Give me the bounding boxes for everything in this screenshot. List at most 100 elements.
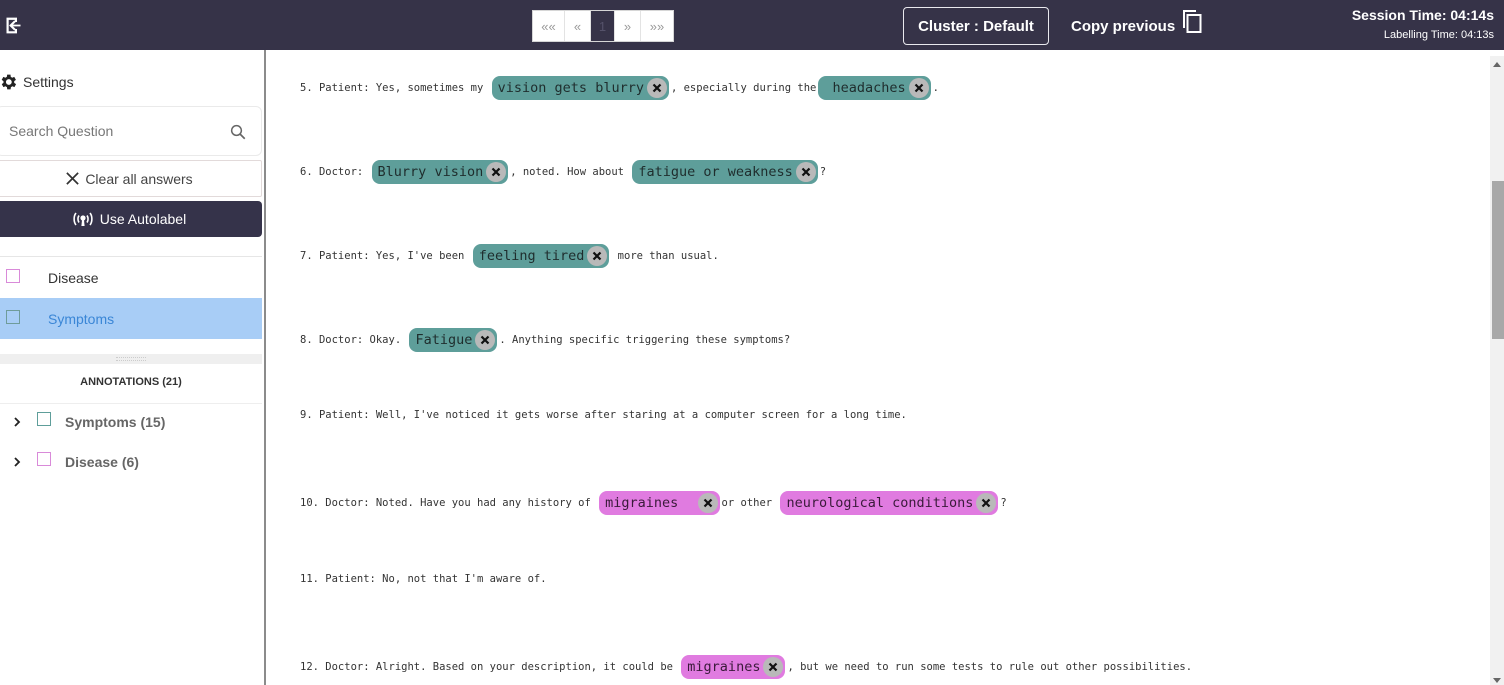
annotation-text: Fatigue bbox=[415, 332, 473, 348]
transcript-text: , but we need to run some tests to rule … bbox=[787, 661, 1193, 673]
annotation-tag-symptoms[interactable]: Fatigue bbox=[409, 328, 498, 352]
transcript-text: 12. Doctor: Alright. Based on your descr… bbox=[300, 661, 680, 673]
remove-annotation-icon[interactable] bbox=[763, 657, 784, 677]
transcript-line: 11. Patient: No, not that I'm aware of. bbox=[300, 573, 547, 585]
clear-all-label: Clear all answers bbox=[85, 170, 193, 187]
annotation-text: fatigue or weakness bbox=[638, 164, 793, 180]
annotation-text: vision gets blurry bbox=[497, 80, 644, 96]
transcript-text: 9. Patient: Well, I've noticed it gets w… bbox=[300, 409, 907, 421]
annotation-tag-symptoms[interactable]: fatigue or weakness bbox=[632, 160, 818, 184]
search-icon[interactable] bbox=[229, 123, 247, 141]
annotation-text: neurological conditions bbox=[786, 495, 974, 511]
labelling-time: Labelling Time: 04:13s bbox=[1383, 29, 1494, 41]
transcript-line: 5. Patient: Yes, sometimes my vision get… bbox=[300, 76, 939, 100]
annotation-text: Blurry vision bbox=[377, 164, 484, 180]
remove-annotation-icon[interactable] bbox=[646, 78, 667, 98]
annotation-text: feeling tired bbox=[478, 248, 585, 264]
clear-all-answers-button[interactable]: Clear all answers bbox=[0, 160, 262, 197]
remove-annotation-icon[interactable] bbox=[486, 162, 507, 182]
label-item-disease[interactable]: Disease bbox=[0, 257, 262, 298]
session-time: Session Time: 04:14s bbox=[1351, 7, 1494, 23]
search-question-input[interactable] bbox=[9, 123, 219, 139]
remove-annotation-icon[interactable] bbox=[795, 162, 816, 182]
group-checkbox[interactable] bbox=[37, 412, 51, 426]
transcript-text: or other bbox=[721, 497, 779, 509]
remove-annotation-icon[interactable] bbox=[908, 78, 929, 98]
scroll-down-arrow-icon[interactable] bbox=[1493, 678, 1501, 683]
annotation-tag-symptoms[interactable]: headaches bbox=[818, 76, 931, 100]
transcript-text: 8. Doctor: Okay. bbox=[300, 334, 408, 346]
remove-annotation-icon[interactable] bbox=[697, 493, 718, 513]
prev-page-button[interactable]: « bbox=[565, 11, 591, 41]
annotation-tag-disease[interactable]: migraines bbox=[681, 655, 786, 679]
transcript-text: , especially during the bbox=[670, 82, 817, 94]
divider bbox=[0, 403, 262, 404]
annotation-tag-disease[interactable]: migraines bbox=[599, 491, 720, 515]
search-box bbox=[0, 106, 262, 156]
transcript-text: 6. Doctor: bbox=[300, 166, 370, 178]
settings-label: Settings bbox=[23, 74, 74, 90]
gear-icon bbox=[1, 74, 17, 90]
annotation-group-disease[interactable]: Disease (6) bbox=[0, 448, 262, 478]
transcript-panel: 5. Patient: Yes, sometimes my vision get… bbox=[268, 50, 1490, 685]
transcript-line: 6. Doctor: Blurry vision , noted. How abo… bbox=[300, 160, 826, 184]
copy-previous-label: Copy previous bbox=[1071, 18, 1176, 35]
transcript-text: . bbox=[932, 82, 939, 94]
transcript-line: 10. Doctor: Noted. Have you had any hist… bbox=[300, 491, 1007, 515]
next-page-button[interactable]: » bbox=[615, 11, 641, 41]
remove-annotation-icon[interactable] bbox=[976, 493, 997, 513]
annotation-group-symptoms[interactable]: Symptoms (15) bbox=[0, 408, 262, 438]
group-label: Symptoms (15) bbox=[65, 414, 166, 430]
top-bar: «« « 1 » »» Cluster : Default Copy previ… bbox=[0, 0, 1504, 50]
resize-handle[interactable] bbox=[0, 354, 262, 364]
annotation-tag-disease[interactable]: neurological conditions bbox=[780, 491, 999, 515]
transcript-text: . Anything specific triggering these sym… bbox=[499, 334, 791, 346]
transcript-text: ? bbox=[1000, 497, 1007, 509]
transcript-text: 5. Patient: Yes, sometimes my bbox=[300, 82, 490, 94]
label-checkbox[interactable] bbox=[6, 269, 20, 283]
chevron-right-icon[interactable] bbox=[12, 416, 22, 428]
transcript-line: 7. Patient: Yes, I've been feeling tired… bbox=[300, 244, 719, 268]
transcript-text: more than usual. bbox=[611, 250, 719, 262]
scroll-up-arrow-icon[interactable] bbox=[1493, 62, 1501, 67]
broadcast-icon bbox=[73, 212, 93, 226]
timers: Session Time: 04:14s Labelling Time: 04:… bbox=[1352, 7, 1494, 41]
remove-annotation-icon[interactable] bbox=[475, 330, 496, 350]
transcript-line: 12. Doctor: Alright. Based on your descr… bbox=[300, 655, 1192, 679]
annotation-tag-symptoms[interactable]: vision gets blurry bbox=[491, 76, 669, 100]
annotation-tag-symptoms[interactable]: feeling tired bbox=[472, 244, 610, 268]
cluster-button[interactable]: Cluster : Default bbox=[903, 7, 1049, 45]
label-name: Disease bbox=[48, 270, 99, 286]
annotation-text: migraines bbox=[605, 495, 695, 511]
label-list: Disease Symptoms bbox=[0, 256, 262, 339]
transcript-text: , noted. How about bbox=[510, 166, 631, 178]
scroll-thumb[interactable] bbox=[1492, 181, 1504, 339]
autolabel-label: Use Autolabel bbox=[99, 211, 187, 227]
first-page-button[interactable]: «« bbox=[533, 11, 565, 41]
transcript-text: 10. Doctor: Noted. Have you had any hist… bbox=[300, 497, 598, 509]
annotation-text: headaches bbox=[824, 80, 906, 96]
remove-annotation-icon[interactable] bbox=[587, 246, 608, 266]
current-page[interactable]: 1 bbox=[591, 11, 615, 41]
group-label: Disease (6) bbox=[65, 454, 139, 470]
group-checkbox[interactable] bbox=[37, 452, 51, 466]
copy-previous-button[interactable]: Copy previous bbox=[1071, 10, 1203, 35]
settings-button[interactable]: Settings bbox=[0, 72, 74, 92]
scrollbar[interactable] bbox=[1490, 56, 1504, 685]
copy-icon bbox=[1183, 10, 1202, 33]
last-page-button[interactable]: »» bbox=[641, 11, 673, 41]
label-item-symptoms[interactable]: Symptoms bbox=[0, 298, 262, 339]
transcript-line: 8. Doctor: Okay. Fatigue . Anything speci… bbox=[300, 328, 790, 352]
annotations-title: ANNOTATIONS (21) bbox=[80, 376, 182, 388]
use-autolabel-button[interactable]: Use Autolabel bbox=[0, 201, 262, 237]
chevron-right-icon[interactable] bbox=[12, 456, 22, 468]
label-name: Symptoms bbox=[48, 311, 115, 327]
label-checkbox[interactable] bbox=[6, 310, 20, 324]
annotation-tag-symptoms[interactable]: Blurry vision bbox=[371, 160, 509, 184]
annotation-text: migraines bbox=[687, 659, 761, 675]
transcript-text: ? bbox=[819, 166, 827, 178]
sidebar: Settings Clear all answers Use Autolabel… bbox=[0, 50, 266, 685]
pagination: «« « 1 » »» bbox=[532, 10, 674, 42]
transcript-text: 11. Patient: No, not that I'm aware of. bbox=[300, 573, 547, 585]
exit-icon[interactable] bbox=[3, 15, 24, 36]
